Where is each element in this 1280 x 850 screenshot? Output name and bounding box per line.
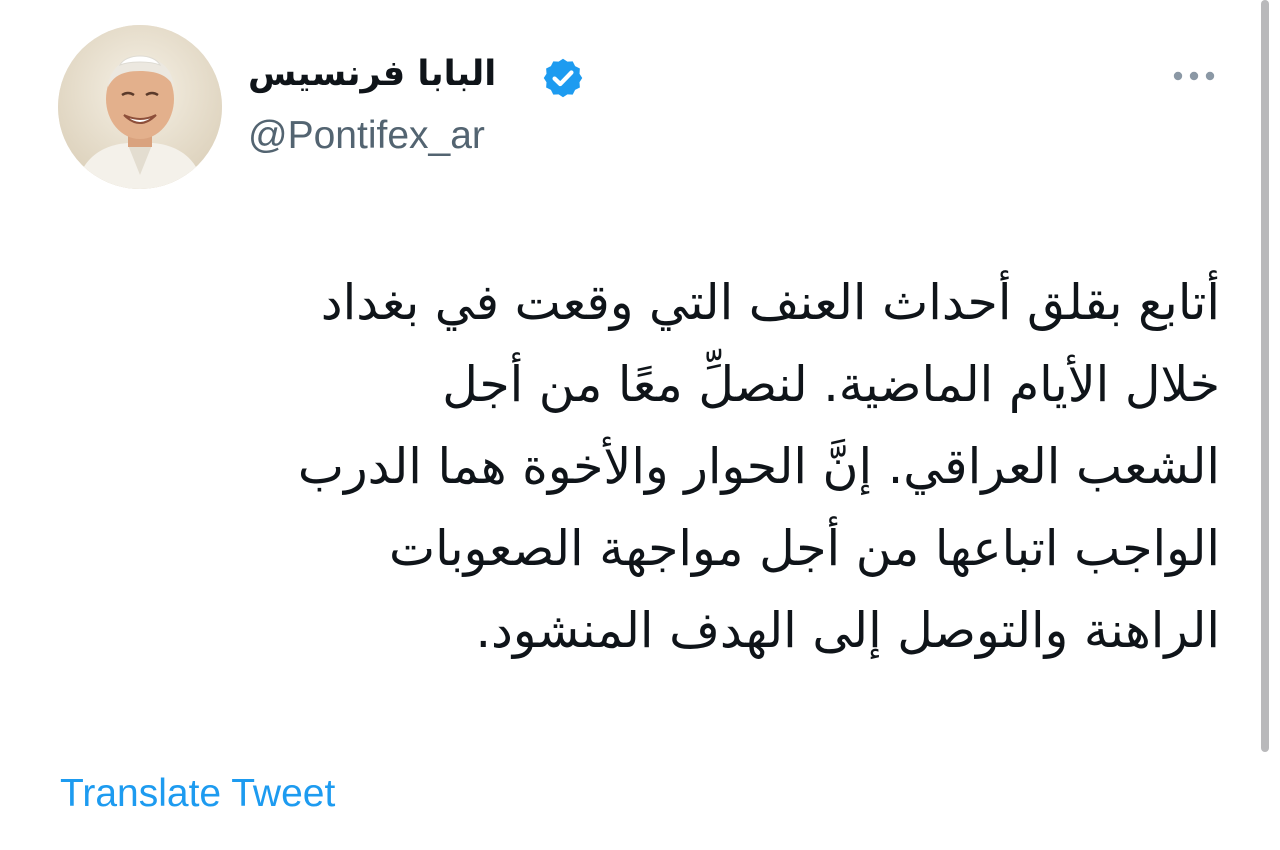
more-horizontal-icon: [1173, 71, 1215, 81]
avatar-photo: [58, 25, 222, 189]
tweet-text-line: أتابع بقلق أحداث العنف التي وقعت في بغدا…: [320, 274, 1220, 331]
tweet-text-line: الشعب العراقي. إنَّ الحوار والأخوة هما ا…: [297, 438, 1220, 495]
tweet-text-line: الراهنة والتوصل إلى الهدف المنشود.: [475, 602, 1220, 659]
author-avatar[interactable]: [58, 25, 222, 189]
more-options-button[interactable]: [1166, 60, 1222, 92]
author-handle[interactable]: @Pontifex_ar: [248, 112, 485, 160]
verified-badge-icon: [543, 58, 583, 98]
scrollbar[interactable]: [1261, 0, 1269, 752]
author-display-name[interactable]: البابا فرنسيس: [248, 50, 496, 98]
tweet-body: أتابع بقلق أحداث العنف التي وقعت في بغدا…: [100, 262, 1220, 672]
tweet-text-line: الواجب اتباعها من أجل مواجهة الصعوبات: [388, 520, 1220, 577]
tweet-text-line: خلال الأيام الماضية. لنصلِّ معًا من أجل: [442, 356, 1220, 413]
translate-tweet-link[interactable]: Translate Tweet: [60, 770, 335, 818]
